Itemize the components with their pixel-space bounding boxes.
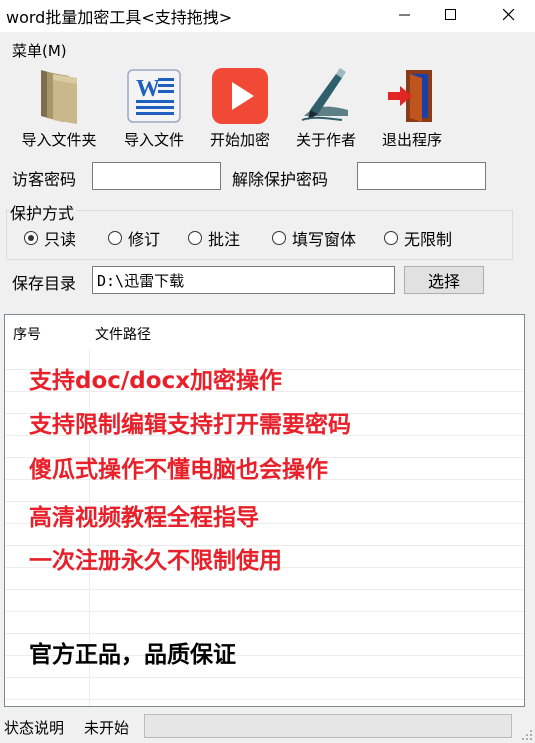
visitor-password-input[interactable]: [92, 162, 221, 190]
promo-line-5: 一次注册永久不限制使用: [29, 548, 282, 574]
svg-text:W: W: [136, 76, 160, 102]
radio-indicator: [272, 231, 286, 245]
status-bar: 状态说明 未开始: [0, 710, 535, 743]
grid-line: [5, 699, 524, 700]
unprotect-password-input[interactable]: [357, 162, 486, 190]
maximize-icon: [445, 9, 456, 20]
play-icon: [212, 68, 268, 124]
exit-label: 退出程序: [381, 131, 442, 149]
progress-bar: [144, 714, 512, 738]
browse-button[interactable]: 选择: [404, 266, 484, 294]
radio-label: 批注: [208, 230, 241, 249]
radio-label: 只读: [44, 230, 77, 249]
status-value: 未开始: [84, 719, 130, 737]
radio-comment[interactable]: 批注: [188, 226, 240, 250]
exit-door-icon: [388, 70, 432, 122]
radio-indicator: [108, 231, 122, 245]
exit-button[interactable]: 退出程序: [372, 66, 452, 156]
minimize-button[interactable]: [382, 0, 428, 30]
pen-writing-icon: [301, 68, 348, 121]
promo-line-3: 傻瓜式操作不懂电脑也会操作: [29, 457, 328, 483]
promo-line-1: 支持doc/docx加密操作: [29, 368, 283, 394]
grid-line: [5, 589, 524, 590]
radio-indicator: [384, 231, 398, 245]
resize-grip-icon[interactable]: [521, 729, 533, 741]
save-dir-label: 保存目录: [12, 274, 77, 293]
grid-line: [5, 611, 524, 612]
status-label: 状态说明: [4, 719, 65, 737]
radio-label: 填写窗体: [292, 230, 357, 249]
column-index[interactable]: 序号: [13, 324, 41, 344]
word-document-icon: W: [127, 69, 181, 123]
column-path[interactable]: 文件路径: [95, 324, 151, 344]
radio-indicator: [24, 231, 38, 245]
about-author-button[interactable]: 关于作者: [286, 66, 366, 156]
window-title: word批量加密工具<支持拖拽>: [6, 8, 233, 27]
start-encrypt-button[interactable]: 开始加密: [200, 66, 280, 156]
about-author-label: 关于作者: [295, 131, 356, 149]
promo-line-4: 高清视频教程全程指导: [29, 505, 259, 531]
save-dir-input[interactable]: D:\迅雷下载: [92, 266, 395, 294]
radio-label: 无限制: [404, 230, 453, 249]
start-encrypt-label: 开始加密: [209, 131, 270, 149]
radio-fill-form[interactable]: 填写窗体: [272, 226, 356, 250]
close-button[interactable]: [486, 0, 532, 30]
title-bar: word批量加密工具<支持拖拽>: [0, 0, 535, 32]
grid-line: [5, 677, 524, 678]
protection-group-label: 保护方式: [10, 200, 77, 224]
radio-read-only[interactable]: 只读: [24, 226, 76, 250]
file-list[interactable]: 序号 文件路径 支持doc/docx加密操作 支持限制编辑支持打开需要密码 傻瓜…: [4, 314, 525, 707]
import-file-button[interactable]: W 导入文件: [114, 66, 194, 156]
promo-line-2: 支持限制编辑支持打开需要密码: [29, 412, 351, 438]
import-folder-button[interactable]: 导入文件夹: [14, 66, 104, 156]
promo-footer: 官方正品，品质保证: [29, 642, 236, 668]
file-list-header: 序号 文件路径: [5, 315, 524, 349]
radio-revision[interactable]: 修订: [108, 226, 160, 250]
toolbar: 导入文件夹 W 导入文件 开始加密 关于作者 退出程序: [0, 66, 535, 158]
import-folder-label: 导入文件夹: [21, 131, 97, 149]
grid-line: [5, 633, 524, 634]
close-icon: [503, 9, 515, 21]
radio-unrestricted[interactable]: 无限制: [384, 226, 452, 250]
import-file-label: 导入文件: [123, 131, 184, 149]
radio-indicator: [188, 231, 202, 245]
menu-bar: 菜单(M): [0, 36, 535, 64]
menu-main[interactable]: 菜单(M): [12, 40, 67, 61]
radio-label: 修订: [128, 230, 161, 249]
minimize-icon: [399, 14, 410, 16]
unprotect-password-label: 解除保护密码: [232, 170, 329, 189]
folder-icon: [41, 70, 77, 124]
maximize-button[interactable]: [428, 0, 474, 30]
visitor-password-label: 访客密码: [12, 170, 77, 189]
